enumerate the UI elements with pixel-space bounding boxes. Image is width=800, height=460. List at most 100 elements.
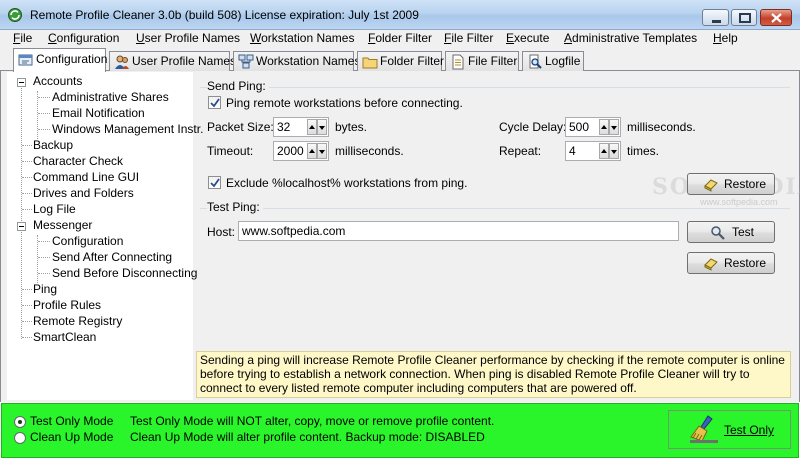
packet-size-unit: bytes. <box>335 120 368 134</box>
packet-size-spinner[interactable]: 32 <box>273 117 329 137</box>
collapse-accounts-toggle[interactable] <box>17 78 26 87</box>
test-only-mode-label[interactable]: Test Only Mode <box>30 414 113 428</box>
tree-item-email-notification[interactable]: Email Notification <box>52 106 145 120</box>
settings-tree: Accounts Administrative Shares Email Not… <box>7 72 203 400</box>
exclude-localhost-checkbox[interactable] <box>208 176 221 189</box>
menu-workstation-names[interactable]: Workstation Names <box>250 31 354 45</box>
tree-item-drives-and-folders[interactable]: Drives and Folders <box>33 186 134 200</box>
tree-item-backup[interactable]: Backup <box>33 138 73 152</box>
menu-execute[interactable]: Execute <box>506 31 549 45</box>
spin-down-button[interactable] <box>609 143 619 159</box>
tree-item-messenger-configuration[interactable]: Configuration <box>52 234 123 248</box>
timeout-label: Timeout: <box>207 144 254 158</box>
send-ping-divider <box>200 87 790 88</box>
restore-test-ping-button[interactable]: Restore <box>687 252 775 274</box>
ping-before-connecting-checkbox[interactable] <box>208 96 221 109</box>
menu-help[interactable]: Help <box>713 31 738 45</box>
tab-user-profile-names[interactable]: User Profile Names <box>109 51 236 71</box>
spin-down-button[interactable] <box>317 143 327 159</box>
tab-label: File Filter <box>468 54 518 68</box>
tree-item-administrative-shares[interactable]: Administrative Shares <box>52 90 169 104</box>
cycle-delay-unit: milliseconds. <box>627 120 696 134</box>
eraser-icon <box>704 179 718 192</box>
tree-item-profile-rules[interactable]: Profile Rules <box>33 298 101 312</box>
tree-item-command-line-gui[interactable]: Command Line GUI <box>33 170 139 184</box>
timeout-unit: milliseconds. <box>335 144 404 158</box>
arrow-up-icon <box>309 125 315 129</box>
clean-up-mode-label[interactable]: Clean Up Mode <box>30 430 113 444</box>
menu-file-filter[interactable]: File Filter <box>444 31 493 45</box>
tree-item-log-file[interactable]: Log File <box>33 202 76 216</box>
tree-item-send-after-connecting[interactable]: Send After Connecting <box>52 250 172 264</box>
tree-connector <box>37 235 38 283</box>
minimize-icon <box>712 20 721 23</box>
tree-item-ping[interactable]: Ping <box>33 282 57 296</box>
close-button[interactable] <box>760 9 792 26</box>
spinner-buttons <box>599 143 619 159</box>
tree-connector <box>38 113 50 114</box>
tree-item-smartclean[interactable]: SmartClean <box>33 330 96 344</box>
spinner-buttons <box>307 119 327 135</box>
test-only-mode-description: Test Only Mode will NOT alter, copy, mov… <box>130 414 495 428</box>
tree-item-wmi[interactable]: Windows Management Instr. <box>52 122 203 136</box>
tab-label: Logfile <box>545 54 581 68</box>
menu-administrative-templates[interactable]: Administrative Templates <box>564 31 697 45</box>
tree-item-messenger[interactable]: Messenger <box>33 218 92 232</box>
tree-item-send-before-disconnecting[interactable]: Send Before Disconnecting <box>52 266 197 280</box>
menu-configuration[interactable]: Configuration <box>48 31 119 45</box>
cycle-delay-spinner[interactable]: 500 <box>565 117 621 137</box>
collapse-messenger-toggle[interactable] <box>17 222 26 231</box>
window-title: Remote Profile Cleaner 3.0b (build 508) … <box>30 8 419 22</box>
eraser-icon <box>704 258 718 271</box>
tab-logfile[interactable]: Logfile <box>522 51 584 71</box>
restore-label: Restore <box>724 256 767 270</box>
tree-connector <box>38 241 50 242</box>
spin-up-button[interactable] <box>307 143 317 159</box>
arrow-up-icon <box>309 149 315 153</box>
host-label: Host: <box>207 225 236 239</box>
tree-connector <box>22 289 32 290</box>
users-icon <box>115 55 129 69</box>
tab-file-filter[interactable]: File Filter <box>445 51 519 71</box>
test-ping-divider <box>200 208 790 209</box>
repeat-spinner[interactable]: 4 <box>565 141 621 161</box>
test-ping-button[interactable]: Test <box>687 221 775 243</box>
spin-up-button[interactable] <box>599 143 609 159</box>
clean-up-mode-radio[interactable] <box>14 432 26 444</box>
tab-workstation-names[interactable]: Workstation Names <box>233 51 360 71</box>
tree-connector <box>22 321 32 322</box>
tab-folder-filter[interactable]: Folder Filter <box>357 51 444 71</box>
arrow-down-icon <box>611 126 617 130</box>
send-ping-heading: Send Ping: <box>207 79 269 93</box>
spin-up-button[interactable] <box>307 119 317 135</box>
spin-up-button[interactable] <box>599 119 609 135</box>
clean-up-mode-description: Clean Up Mode will alter profile content… <box>130 430 485 444</box>
menu-folder-filter[interactable]: Folder Filter <box>368 31 432 45</box>
checkmark-icon <box>210 98 220 108</box>
host-input[interactable]: www.softpedia.com <box>238 221 679 241</box>
menu-user-profile-names[interactable]: User Profile Names <box>136 31 240 45</box>
menu-file[interactable]: File <box>13 31 32 45</box>
restore-label: Restore <box>724 177 767 191</box>
arrow-down-icon <box>319 126 325 130</box>
tab-configuration[interactable]: Configuration <box>13 48 107 72</box>
tree-item-accounts[interactable]: Accounts <box>33 74 82 88</box>
maximize-button[interactable] <box>731 9 757 26</box>
tree-item-remote-registry[interactable]: Remote Registry <box>33 314 122 328</box>
timeout-spinner[interactable]: 2000 <box>273 141 329 161</box>
minimize-button[interactable] <box>702 9 729 26</box>
tab-label: User Profile Names <box>132 54 237 68</box>
spin-down-button[interactable] <box>317 119 327 135</box>
packet-size-label: Packet Size: <box>207 120 274 134</box>
ping-info-box: Sending a ping will increase Remote Prof… <box>196 351 791 398</box>
restore-ping-button[interactable]: Restore <box>687 173 775 195</box>
cycle-delay-value: 500 <box>569 120 590 134</box>
tree-item-character-check[interactable]: Character Check <box>33 154 123 168</box>
arrow-down-icon <box>611 150 617 154</box>
spin-down-button[interactable] <box>609 119 619 135</box>
run-test-only-button[interactable]: Test Only <box>668 410 791 449</box>
test-only-mode-radio[interactable] <box>14 416 26 428</box>
title-bar: Remote Profile Cleaner 3.0b (build 508) … <box>0 0 800 30</box>
arrow-up-icon <box>601 125 607 129</box>
tree-connector <box>22 161 32 162</box>
